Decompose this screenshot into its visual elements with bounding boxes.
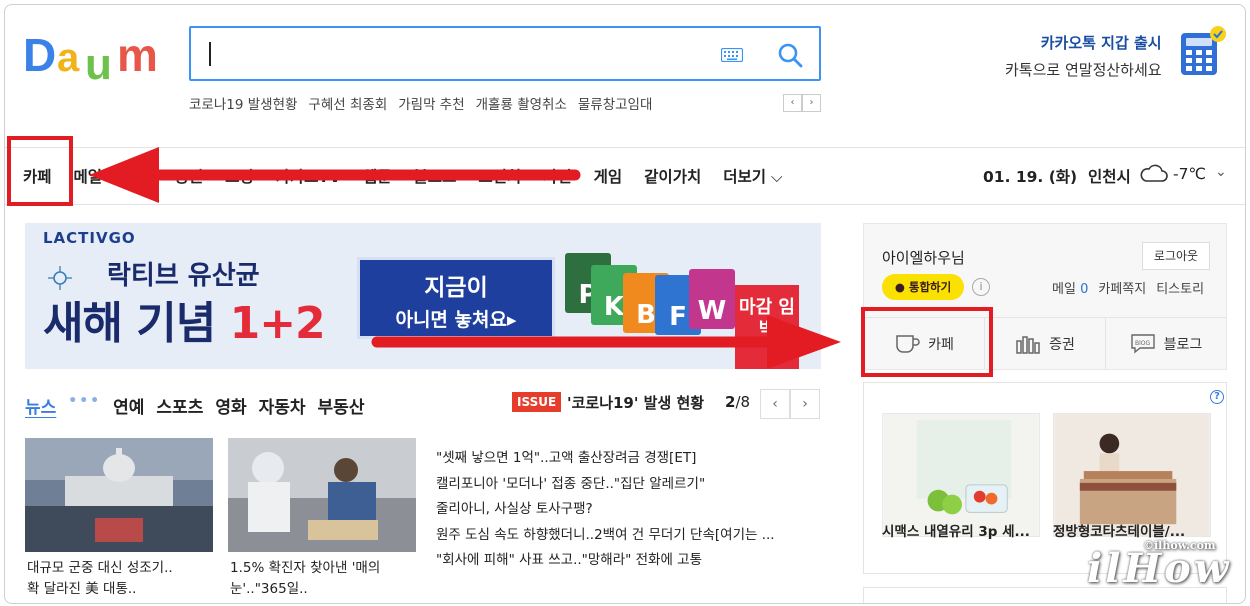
- nav-more-button[interactable]: 더보기: [723, 165, 782, 187]
- shortcut-stock[interactable]: 증권: [985, 318, 1106, 369]
- user-name[interactable]: 아이엘하우님: [882, 247, 965, 268]
- current-date: 01. 19. (화): [983, 168, 1078, 186]
- user-links: 메일 0 카페쪽지 티스토리: [1052, 278, 1204, 297]
- kakao-integrate-label: 통합하기: [908, 280, 952, 294]
- svg-text:m: m: [117, 29, 158, 81]
- pager-next-button[interactable]: ›: [790, 389, 820, 419]
- tab-entertainment[interactable]: 연예: [113, 393, 144, 418]
- blog-bubble-icon: BlOG: [1130, 333, 1155, 353]
- watermark-sub: ©ilhow.com: [1143, 539, 1216, 552]
- logout-button[interactable]: 로그아웃: [1142, 242, 1210, 270]
- pager-total: /8: [735, 393, 751, 411]
- divider: [5, 204, 1245, 205]
- watermark-text: ilHow: [1087, 545, 1232, 592]
- pager-prev-button[interactable]: ‹: [760, 389, 790, 419]
- temperature: -7℃: [1173, 165, 1206, 183]
- trending-prev-button[interactable]: ‹: [783, 94, 802, 112]
- product-title[interactable]: 시맥스 내열유리 3p 세...: [882, 520, 1030, 540]
- news-thumbnail-capitol[interactable]: [25, 438, 213, 552]
- search-icon[interactable]: [777, 42, 803, 68]
- tab-cars[interactable]: 자동차: [259, 393, 306, 418]
- nav-item-together[interactable]: 같이가치: [644, 165, 701, 187]
- headline-item[interactable]: 캘리포니아 '모더나' 접종 중단.."집단 알레르기": [436, 472, 775, 498]
- svg-text:a: a: [57, 36, 80, 80]
- news-tabs: 뉴스 ••• 연예 스포츠 영화 자동차 부동산: [25, 393, 364, 418]
- issue-title[interactable]: '코로나19' 발생 현황: [567, 392, 704, 413]
- product-title[interactable]: 정방형코타츠테이블/...: [1053, 520, 1185, 540]
- cafe-note-link[interactable]: 카페쪽지: [1098, 278, 1146, 297]
- watermark: ©ilhow.com ilHow: [1087, 539, 1232, 592]
- trending-keywords: 코로나19 발생현황 구혜선 최종회 가림막 추천 개홀룡 촬영취소 물류창고임…: [189, 93, 652, 113]
- headline-list: "셋째 낳으면 1억"..고액 출산장려금 경쟁[ET] 캘리포니아 '모더나'…: [436, 446, 775, 574]
- trending-keyword[interactable]: 구혜선 최종회: [308, 93, 387, 113]
- news-caption-line: 대규모 군중 대신 성조기..: [27, 560, 173, 576]
- promo-subtitle[interactable]: 카톡으로 연말정산하세요: [1005, 59, 1162, 80]
- trending-next-button[interactable]: ›: [802, 94, 821, 112]
- issue-badge: ISSUE: [512, 392, 562, 412]
- headline-item[interactable]: 줄리아니, 사실상 토사구팽?: [436, 497, 775, 523]
- shortcut-blog[interactable]: BlOG 블로그: [1106, 318, 1226, 369]
- daum-logo[interactable]: D a u m: [23, 27, 173, 83]
- trending-pager: ‹ ›: [783, 94, 821, 112]
- chevron-down-icon[interactable]: ⌄: [1215, 164, 1227, 180]
- nav-item-game[interactable]: 게임: [594, 165, 623, 187]
- product-image-glass[interactable]: [882, 413, 1040, 537]
- news-caption-line: 확 달라진 美 대통..: [27, 581, 137, 597]
- red-arrow-left: [89, 147, 581, 203]
- tab-sports[interactable]: 스포츠: [156, 393, 203, 418]
- mail-label: 메일: [1052, 282, 1076, 297]
- cloud-icon: [1140, 164, 1168, 182]
- highlight-box-cafe-shortcut: [861, 307, 993, 377]
- headline-item[interactable]: "셋째 낳으면 1억"..고액 출산장려금 경쟁[ET]: [436, 446, 775, 472]
- text-caret: [209, 42, 211, 66]
- pager-current: 2: [725, 393, 736, 411]
- promo-text[interactable]: 카카오톡 지갑 출시 카톡으로 연말정산하세요: [1005, 32, 1162, 80]
- tab-news[interactable]: 뉴스: [25, 393, 56, 418]
- ad-cta-line1: 지금이: [424, 275, 488, 301]
- help-icon[interactable]: ?: [1210, 390, 1224, 404]
- headline-item[interactable]: 원주 도심 속도 하향했더니..2백여 건 무더기 단속[여기는 ...: [436, 523, 775, 549]
- tab-dots: •••: [68, 393, 102, 409]
- promo-title[interactable]: 카카오톡 지갑 출시: [1005, 32, 1162, 53]
- ad-offer-text: 새해 기념: [43, 298, 216, 349]
- tistory-link[interactable]: 티스토리: [1156, 278, 1204, 297]
- highlight-box-cafe-nav: [7, 136, 73, 206]
- shortcut-label: 증권: [1049, 336, 1075, 353]
- product-image-table[interactable]: [1053, 413, 1211, 537]
- ad-offer: 새해 기념 1+2: [43, 287, 326, 351]
- news-caption[interactable]: 대규모 군중 대신 성조기.. 확 달라진 美 대통..: [27, 558, 217, 600]
- ad-offer-accent: 1+2: [229, 298, 326, 349]
- tab-realestate[interactable]: 부동산: [318, 393, 365, 418]
- news-caption-line: 눈'.."365일..: [230, 581, 308, 597]
- kakao-integrate-button[interactable]: ● 통합하기: [882, 274, 964, 300]
- headline-item[interactable]: "회사에 피해" 사표 쓰고.."망해라" 전화에 고통: [436, 548, 775, 574]
- calculator-icon[interactable]: [1179, 25, 1229, 77]
- search-input[interactable]: [189, 26, 821, 81]
- trending-keyword[interactable]: 개홀룡 촬영취소: [476, 93, 567, 113]
- keyboard-icon[interactable]: [721, 48, 743, 62]
- shortcut-label: 블로그: [1163, 336, 1203, 353]
- news-thumbnail-workers[interactable]: [228, 438, 416, 552]
- browser-page: D a u m 코로나19 발생현황 구혜선 최종회 가림막 추천 개홀룡 촬영…: [4, 4, 1246, 604]
- mail-link[interactable]: 메일 0: [1052, 278, 1088, 297]
- tab-movies[interactable]: 영화: [215, 393, 246, 418]
- svg-text:D: D: [23, 29, 56, 81]
- news-caption[interactable]: 1.5% 확진자 찾아낸 '매의 눈'.."365일..: [230, 558, 420, 600]
- ad-brand: LACTIVGO: [43, 229, 136, 247]
- pager-buttons: ‹ ›: [760, 389, 820, 419]
- weather-city[interactable]: 인천시: [1088, 165, 1131, 187]
- mail-count: 0: [1080, 282, 1089, 297]
- red-arrow-right: [371, 315, 841, 369]
- news-caption-line: 1.5% 확진자 찾아낸 '매의: [230, 560, 381, 576]
- trending-keyword[interactable]: 가림막 추천: [398, 93, 464, 113]
- svg-text:u: u: [85, 40, 112, 83]
- svg-text:BlOG: BlOG: [1135, 340, 1151, 347]
- chart-bars-icon: [1016, 335, 1040, 354]
- trending-keyword[interactable]: 코로나19 발생현황: [189, 93, 297, 113]
- news-pager: 2/8: [725, 393, 750, 411]
- info-icon[interactable]: i: [972, 278, 990, 296]
- chat-bubble-icon: ●: [894, 280, 909, 294]
- trending-keyword[interactable]: 물류창고임대: [578, 93, 653, 113]
